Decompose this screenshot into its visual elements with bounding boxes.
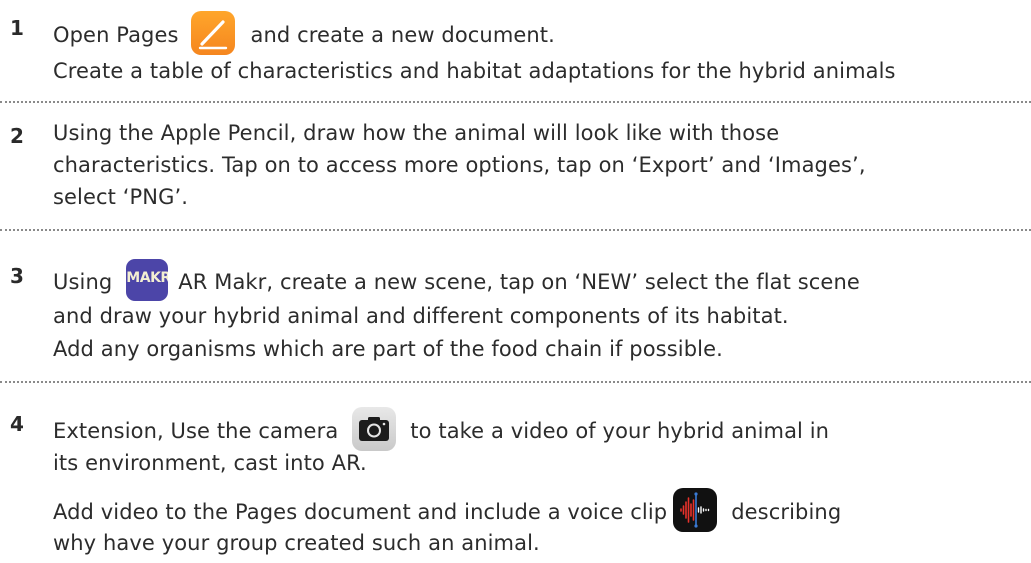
step-line: why have your group created such an anim… [53, 531, 540, 555]
step-line: characteristics. Tap on to access more o… [53, 153, 866, 177]
step-text: Add video to the Pages document and incl… [53, 500, 668, 524]
step-line: Open Pages and create a new document. [53, 11, 555, 58]
step-line: Add video to the Pages document and incl… [53, 488, 842, 535]
step-line: Extension, Use the camera to take a video… [53, 407, 830, 454]
step-text: Open Pages [53, 23, 179, 47]
step-number: 1 [10, 16, 24, 40]
step-line: select ‘PNG’. [53, 185, 189, 209]
step-text: Extension, Use the camera [53, 419, 339, 443]
step-text: and create a new document. [250, 23, 555, 47]
step-line: Using the Apple Pencil, draw how the ani… [53, 121, 780, 145]
ar-makr-icon: MAKR [126, 259, 169, 301]
step-line: its environment, cast into AR. [53, 451, 367, 475]
step-text: AR Makr, create a new scene, tap on ‘NEW… [178, 270, 860, 294]
voice-memos-icon [673, 488, 718, 532]
step-number: 2 [10, 124, 24, 148]
step-line: and draw your hybrid animal and differen… [53, 304, 789, 328]
step-number: 4 [10, 412, 24, 436]
ar-makr-icon-text: MAKR [126, 270, 169, 286]
divider [0, 101, 1031, 103]
step-line: Create a table of characteristics and ha… [53, 59, 896, 83]
divider [0, 229, 1031, 231]
step-line: Add any organisms which are part of the … [53, 337, 723, 361]
step-text: to take a video of your hybrid animal in [410, 419, 830, 443]
step-line: Using MAKR AR Makr, create a new scene, ta… [53, 259, 860, 304]
step-number: 3 [10, 264, 24, 288]
pages-icon [190, 11, 235, 55]
step-text: Using [53, 270, 113, 294]
step-text: describing [731, 500, 842, 524]
camera-icon [352, 407, 397, 451]
divider [0, 381, 1031, 383]
